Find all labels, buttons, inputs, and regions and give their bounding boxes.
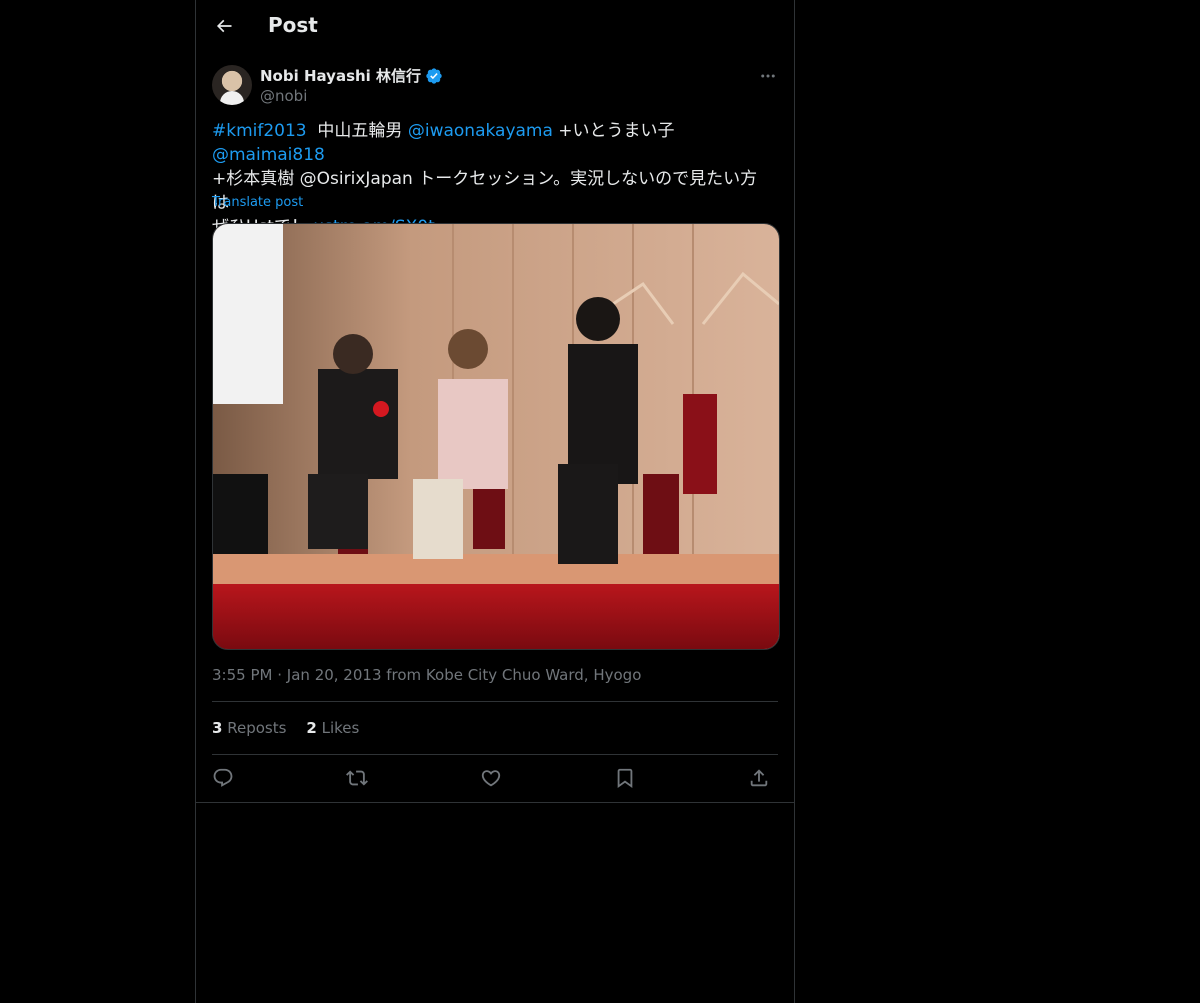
tweet-text: #kmif2013 中山五輪男 @iwaonakayama +いとうまい子 @m… [212, 119, 772, 239]
reply-button[interactable] [210, 765, 236, 791]
tweet-link[interactable]: @iwaonakayama [408, 121, 553, 141]
tweet-link[interactable]: #kmif2013 [212, 121, 307, 141]
heart-icon [481, 770, 501, 787]
bookmark-button[interactable] [612, 765, 638, 791]
author-name-label: Nobi Hayashi 林信行 [260, 67, 422, 85]
arrow-left-icon [216, 19, 232, 33]
share-button[interactable] [746, 765, 772, 791]
translate-post-link[interactable]: Translate post [212, 195, 303, 210]
page-title: Post [268, 13, 318, 37]
repost-icon [346, 770, 368, 786]
tweet-text-segment: 中山五輪男 [306, 121, 408, 141]
main-column: Post Nobi Hayashi 林信行 @nobi #kmif2013 中山… [195, 0, 795, 1003]
post-date-location: Jan 20, 2013 from Kobe City Chuo Ward, H… [286, 666, 642, 684]
reposts-label: Reposts [227, 719, 287, 737]
meta-separator: · [277, 666, 283, 684]
likes-stat[interactable]: 2 Likes [306, 719, 359, 737]
reposts-count: 3 [212, 719, 223, 737]
back-button[interactable] [208, 10, 240, 42]
divider [212, 754, 778, 755]
reply-icon [213, 768, 233, 787]
more-dots-icon [761, 74, 775, 78]
avatar[interactable] [212, 65, 252, 105]
divider [212, 701, 778, 702]
like-button[interactable] [478, 765, 504, 791]
author-handle[interactable]: @nobi [260, 87, 307, 105]
likes-label: Likes [321, 719, 360, 737]
action-bar [212, 765, 778, 791]
divider [196, 802, 794, 803]
bookmark-icon [617, 768, 633, 789]
verified-badge-icon [426, 67, 442, 84]
more-options-button[interactable] [756, 64, 780, 88]
tweet-text-segment: +いとうまい子 [552, 121, 680, 141]
reposts-stat[interactable]: 3 Reposts [212, 719, 286, 737]
author-name[interactable]: Nobi Hayashi 林信行 [260, 65, 443, 86]
share-icon [750, 769, 768, 787]
engagement-stats: 3 Reposts 2 Likes [212, 719, 359, 737]
photo-stage-image [213, 224, 779, 649]
post-time: 3:55 PM [212, 666, 273, 684]
post-timestamp[interactable]: 3:55 PM · Jan 20, 2013 from Kobe City Ch… [212, 666, 641, 684]
repost-button[interactable] [344, 765, 370, 791]
page-header: Post [196, 0, 794, 53]
tweet-link[interactable]: @maimai818 [212, 145, 325, 165]
tweet-photo[interactable] [212, 223, 780, 650]
likes-count: 2 [306, 719, 317, 737]
